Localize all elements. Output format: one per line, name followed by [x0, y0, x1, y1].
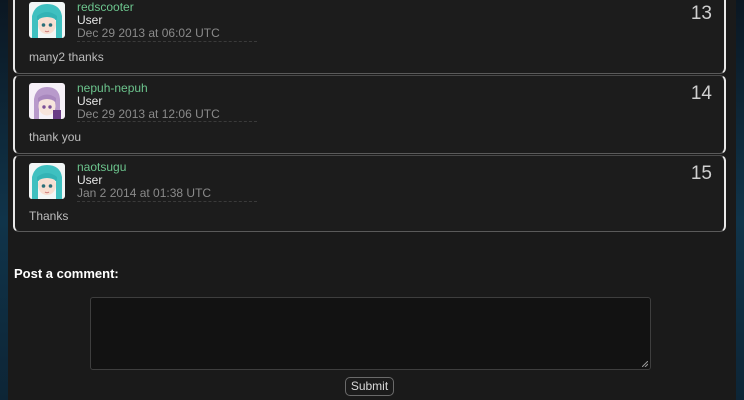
comment-text: many2 thanks [29, 50, 104, 64]
username-link[interactable]: nepuh-nepuh [77, 81, 148, 95]
header-divider [77, 201, 257, 202]
comment-15: naotsugu User Jan 2 2014 at 01:38 UTC 15… [13, 155, 726, 232]
comment-number: 13 [690, 3, 712, 24]
resize-handle-icon[interactable] [642, 361, 648, 367]
comment-date: Dec 29 2013 at 12:06 UTC [77, 107, 220, 121]
comment-14: nepuh-nepuh User Dec 29 2013 at 12:06 UT… [13, 75, 726, 154]
user-avatar[interactable] [29, 163, 65, 199]
left-background-strip [0, 0, 8, 400]
comment-number: 15 [690, 163, 712, 184]
user-role: User [77, 94, 103, 108]
header-divider [77, 41, 257, 42]
username-link[interactable]: naotsugu [77, 160, 126, 174]
cyan-hair-avatar-icon [29, 163, 65, 199]
comment-text: thank you [29, 130, 82, 144]
header-divider [77, 121, 257, 122]
cyan-hair-avatar-icon [29, 2, 65, 38]
comment-date: Jan 2 2014 at 01:38 UTC [77, 186, 212, 200]
right-background-strip [736, 0, 744, 400]
user-avatar[interactable] [29, 83, 65, 119]
submit-button[interactable]: Submit [345, 377, 394, 396]
purple-hair-avatar-icon [29, 83, 65, 119]
user-avatar[interactable] [29, 2, 65, 38]
comment-date: Dec 29 2013 at 06:02 UTC [77, 26, 220, 40]
user-role: User [77, 13, 103, 27]
username-link[interactable]: redscooter [77, 0, 134, 14]
post-comment-heading: Post a comment: [14, 266, 119, 281]
user-role: User [77, 173, 103, 187]
comment-13: redscooter User Dec 29 2013 at 06:02 UTC… [13, 0, 726, 74]
comment-text: Thanks [29, 209, 69, 223]
comment-number: 14 [690, 83, 712, 104]
comment-textarea[interactable] [90, 297, 651, 370]
